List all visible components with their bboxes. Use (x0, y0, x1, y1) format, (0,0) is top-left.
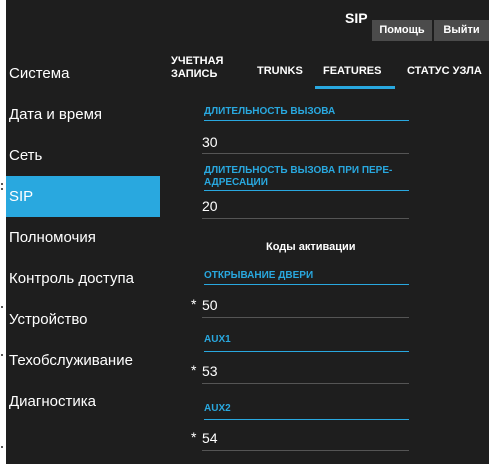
aux1-required-mark: * (191, 362, 197, 378)
door-open-label: ОТКРЫВАНИЕ ДВЕРИ (204, 270, 314, 281)
tab-account-line1: УЧЕТНАЯ (171, 55, 224, 67)
sidebar-item-date-time[interactable]: Дата и время (6, 94, 160, 135)
tab-features[interactable]: FEATURES (323, 65, 381, 78)
aux2-underline (202, 450, 409, 451)
call-duration-input[interactable]: 30 (202, 134, 218, 150)
logout-button[interactable]: Выйти (434, 20, 489, 41)
aux1-input[interactable]: 53 (202, 363, 218, 379)
page-title: SIP (345, 10, 368, 26)
aux2-label: AUX2 (204, 403, 231, 414)
aux2-input[interactable]: 54 (202, 430, 218, 446)
aux1-underline (202, 383, 409, 384)
call-duration-label-line (204, 120, 409, 121)
tab-node-status[interactable]: СТАТУС УЗЛА (407, 65, 482, 78)
tab-account[interactable]: УЧЕТНАЯ ЗАПИСЬ (171, 55, 241, 81)
sidebar-item-device[interactable]: Устройство (6, 299, 160, 340)
edge-marker (1, 183, 3, 185)
sidebar-item-maintenance[interactable]: Техобслуживание (6, 340, 160, 381)
sidebar-item-network[interactable]: Сеть (6, 135, 160, 176)
forward-duration-underline (202, 218, 409, 219)
call-duration-underline (202, 153, 409, 154)
tab-bar: УЧЕТНАЯ ЗАПИСЬ TRUNKS FEATURES СТАТУС УЗ… (171, 55, 489, 89)
door-open-required-mark: * (191, 296, 197, 312)
aux1-label-line (204, 351, 409, 352)
sidebar-item-access-control[interactable]: Контроль доступа (6, 258, 160, 299)
activation-codes-heading: Коды активации (266, 241, 356, 253)
sidebar-item-sip[interactable]: SIP (6, 176, 160, 217)
tab-trunks[interactable]: TRUNKS (257, 65, 303, 78)
edge-marker (1, 446, 3, 448)
aux1-label: AUX1 (204, 334, 231, 345)
tab-account-line2: ЗАПИСЬ (171, 68, 218, 80)
sidebar: Система Дата и время Сеть SIP Полномочия… (6, 53, 160, 422)
edge-marker (1, 188, 3, 190)
door-open-input[interactable]: 50 (202, 297, 218, 313)
features-form: ДЛИТЕЛЬНОСТЬ ВЫЗОВА 30 ДЛИТЕЛЬНОСТЬ ВЫЗО… (160, 92, 489, 464)
edge-marker (1, 354, 3, 356)
edge-marker (1, 306, 3, 308)
app-window: SIP Помощь Выйти Система Дата и время Се… (6, 0, 489, 464)
forward-duration-label-1: ДЛИТЕЛЬНОСТЬ ВЫЗОВА ПРИ ПЕРЕ- (204, 165, 393, 176)
active-tab-indicator (315, 86, 395, 89)
aux2-label-line (204, 419, 409, 420)
forward-duration-label-2: АДРЕСАЦИИ (204, 177, 268, 188)
sidebar-item-permissions[interactable]: Полномочия (6, 217, 160, 258)
sidebar-item-diagnostics[interactable]: Диагностика (6, 381, 160, 422)
call-duration-label: ДЛИТЕЛЬНОСТЬ ВЫЗОВА (204, 106, 336, 117)
door-open-label-line (204, 284, 409, 285)
forward-duration-label-line (204, 190, 409, 191)
top-bar: SIP Помощь Выйти (6, 0, 489, 44)
aux2-required-mark: * (191, 429, 197, 445)
door-open-underline (202, 317, 409, 318)
forward-duration-input[interactable]: 20 (202, 198, 218, 214)
sidebar-item-system[interactable]: Система (6, 53, 160, 94)
help-button[interactable]: Помощь (372, 20, 432, 41)
